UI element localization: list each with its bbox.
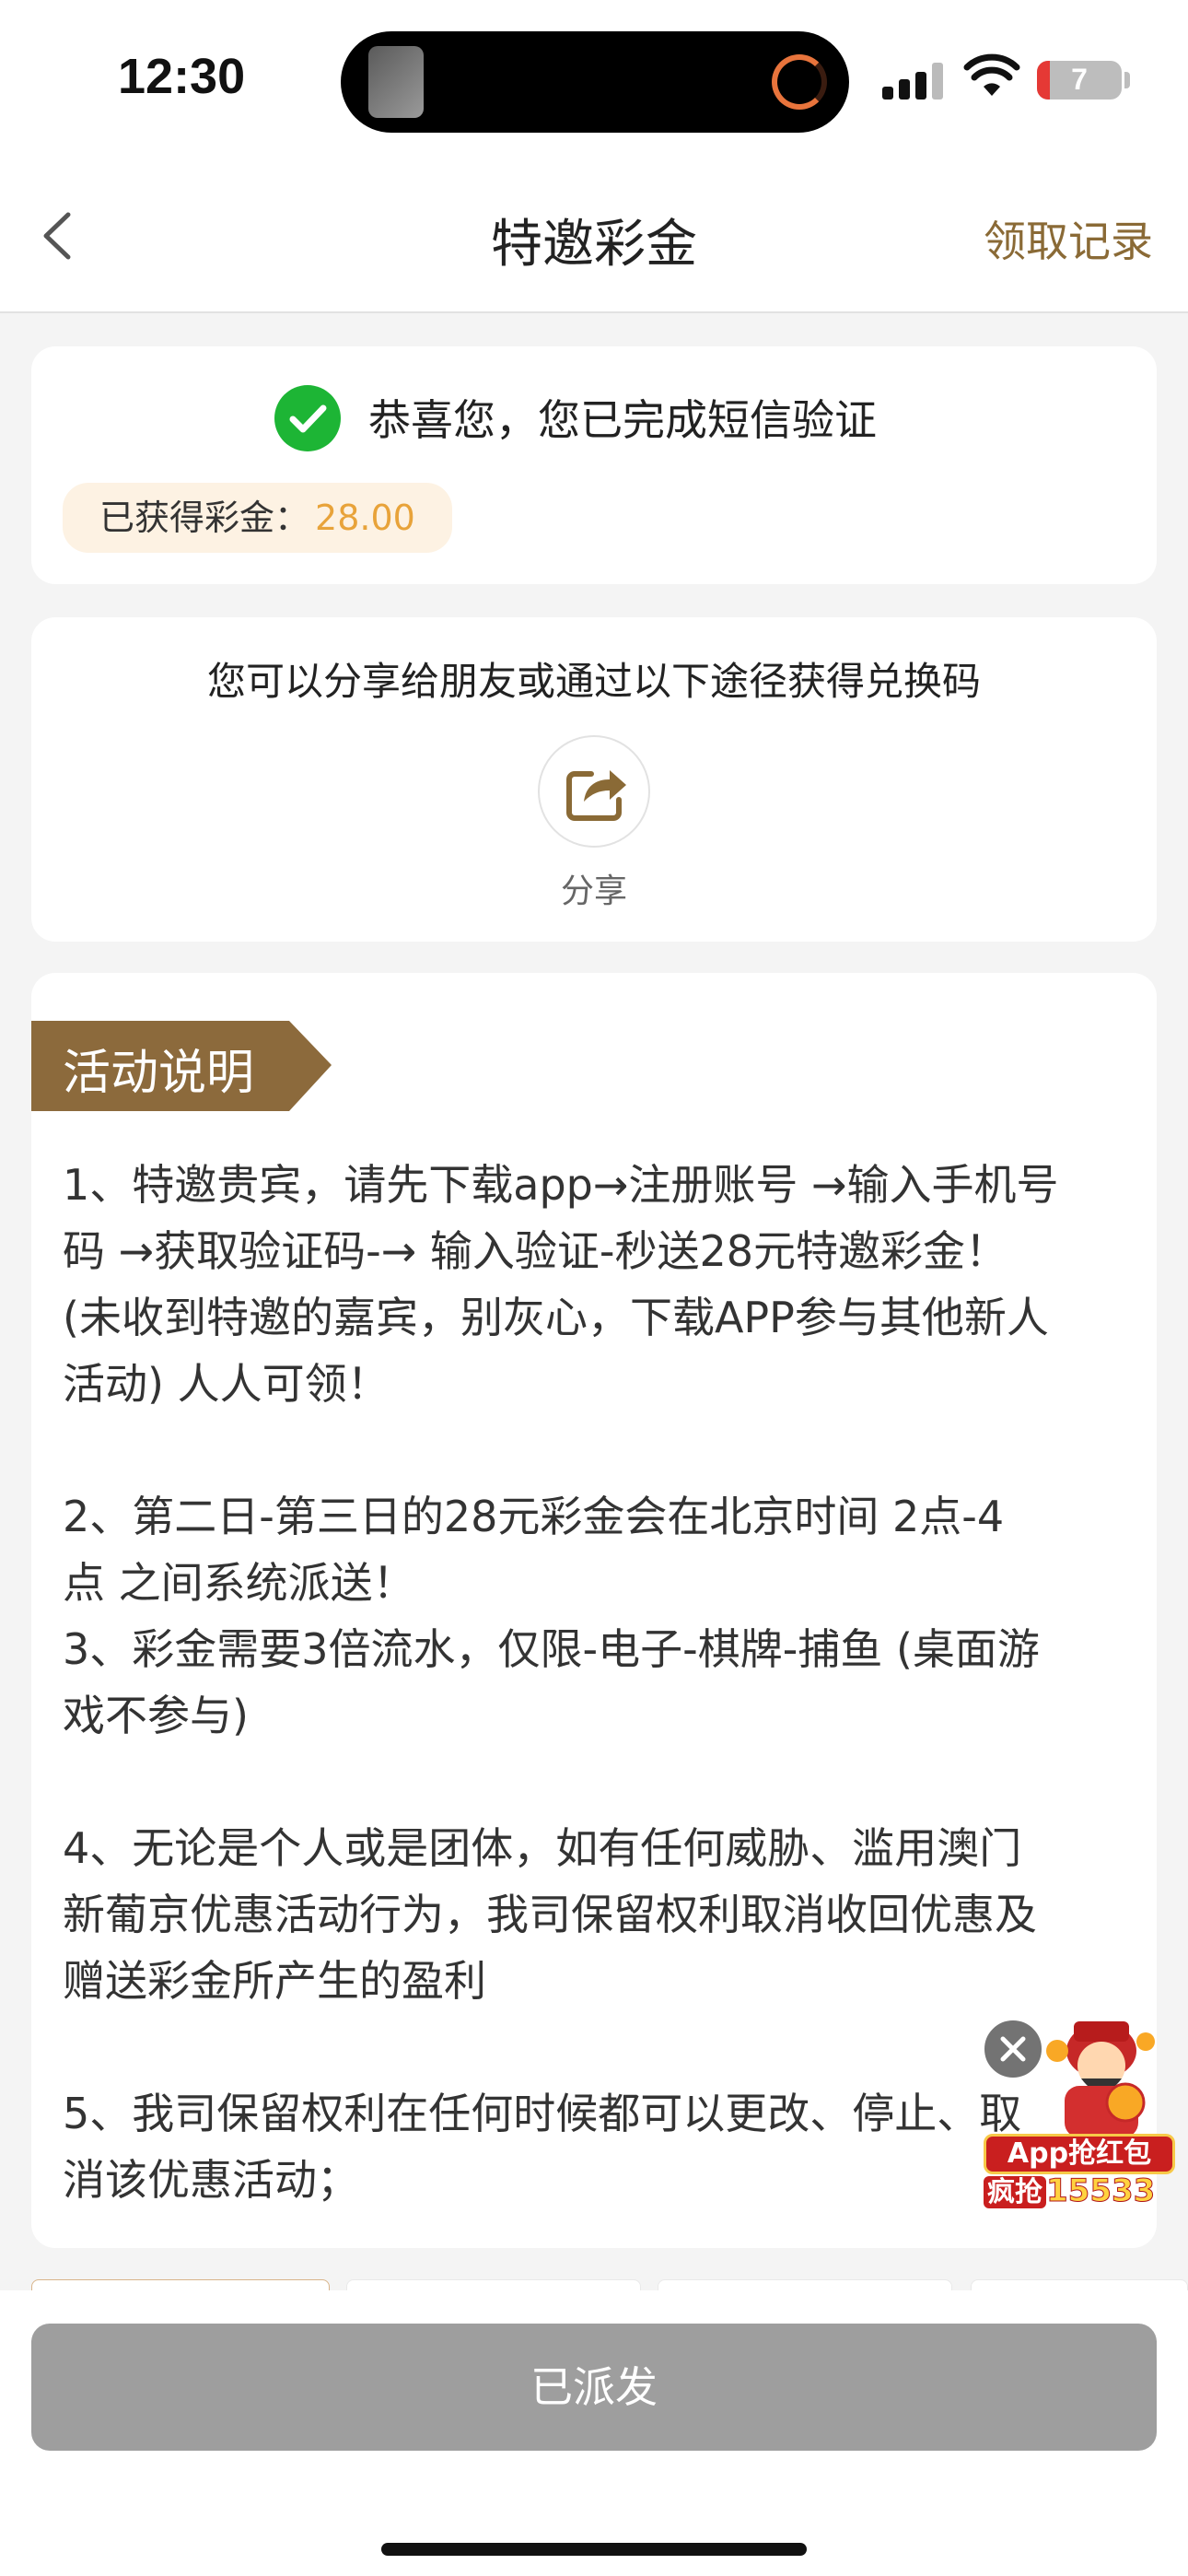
battery-level: 7 <box>1071 63 1088 96</box>
share-card: 您可以分享给朋友或通过以下途径获得兑换码 分享 <box>31 617 1157 942</box>
media-thumbnail <box>368 46 424 118</box>
share-label: 分享 <box>560 872 627 910</box>
status-time: 12:30 <box>118 49 246 104</box>
red-packet-promo[interactable]: App抢红包 疯抢 15533 <box>982 2014 1175 2210</box>
success-message: 恭喜您，您已完成短信验证 <box>368 395 877 445</box>
promo-label: App抢红包 <box>984 2134 1175 2174</box>
activity-title: 活动说明 <box>63 1046 255 1101</box>
timer-ring-icon <box>772 54 827 110</box>
home-indicator <box>381 2543 807 2556</box>
bottom-action-bar: 已派发 <box>0 2290 1188 2576</box>
nav-bar: 特邀彩金 领取记录 <box>0 157 1188 313</box>
share-icon <box>566 770 626 821</box>
promo-counter-number: 15533 <box>1045 2172 1156 2210</box>
check-circle-icon <box>274 385 341 451</box>
promo-counter: 疯抢 15533 <box>984 2171 1175 2211</box>
earned-value: 28.00 <box>315 498 415 538</box>
close-icon <box>1000 2036 1026 2062</box>
share-intro-text: 您可以分享给朋友或通过以下途径获得兑换码 <box>206 659 981 704</box>
dispatched-button[interactable]: 已派发 <box>31 2324 1157 2451</box>
promo-close-button[interactable] <box>982 2018 1044 2080</box>
wifi-icon <box>963 53 1020 96</box>
share-button[interactable] <box>538 735 650 848</box>
claim-record-link[interactable]: 领取记录 <box>984 208 1153 269</box>
earned-bonus-badge: 已获得彩金： 28.00 <box>63 483 452 553</box>
verification-card: 恭喜您，您已完成短信验证 已获得彩金： 28.00 <box>31 346 1157 584</box>
signal-icon <box>882 63 947 100</box>
dynamic-island <box>341 31 849 133</box>
god-of-wealth-icon <box>1046 2021 1155 2137</box>
battery-icon: 7 <box>1037 61 1122 100</box>
promo-counter-prefix: 疯抢 <box>984 2176 1046 2208</box>
earned-label: 已获得彩金： <box>99 498 310 538</box>
status-bar: 12:30 7 <box>0 0 1188 157</box>
